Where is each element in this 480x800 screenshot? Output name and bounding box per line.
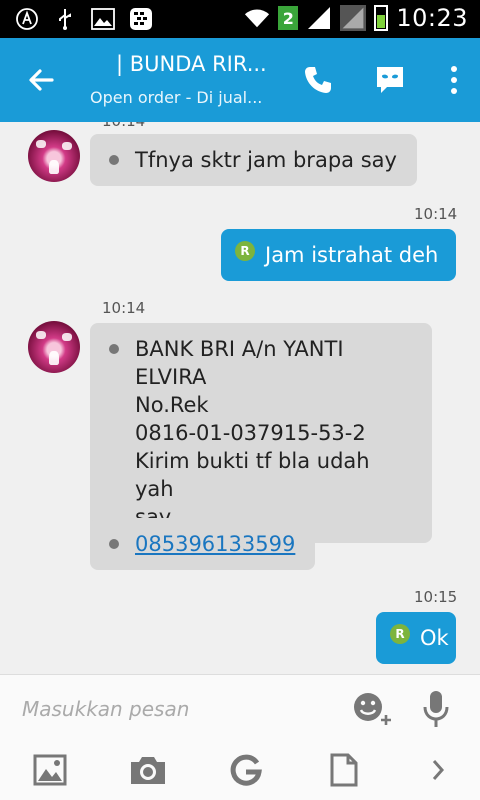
incoming-message-bubble[interactable]: Tfnya sktr jam brapa say [90, 134, 417, 186]
call-button[interactable] [298, 60, 338, 100]
google-button[interactable] [226, 750, 266, 790]
attachment-bar [0, 740, 480, 800]
bbm-icon [128, 6, 154, 32]
battery-icon [374, 5, 389, 31]
message-input[interactable] [22, 689, 322, 729]
overflow-menu-icon [451, 66, 457, 94]
outgoing-message-bubble[interactable]: R Ok [376, 612, 456, 664]
microphone-icon [423, 691, 449, 727]
incoming-message-bubble[interactable]: BANK BRI A/n YANTI ELVIRA No.Rek 0816-01… [90, 323, 432, 543]
message-line: 0816-01-037915-53-2 [135, 421, 366, 445]
message-line: ELVIRA [135, 365, 207, 389]
back-arrow-icon [29, 69, 54, 91]
message-time: 10:14 [102, 122, 145, 130]
message-time: 10:14 [414, 205, 458, 223]
usb-icon [52, 6, 78, 32]
read-receipt-badge: R [235, 241, 255, 261]
mask-icon [377, 67, 403, 93]
read-receipt-badge: R [390, 624, 410, 644]
image-icon [33, 754, 67, 786]
signal-2-icon [340, 5, 367, 31]
signal-icon [306, 5, 332, 31]
message-text: Tfnya sktr jam brapa say [135, 148, 397, 172]
status-dot [109, 344, 119, 354]
message-input-bar [0, 674, 480, 740]
status-dot [109, 155, 119, 165]
camera-icon [131, 757, 165, 784]
outgoing-message-bubble[interactable]: R Jam istrahat deh [221, 229, 456, 281]
emoji-button[interactable] [350, 689, 394, 729]
contact-avatar[interactable] [28, 321, 80, 373]
message-line: BANK BRI A/n YANTI [135, 337, 344, 361]
message-text: Jam istrahat deh [265, 243, 439, 267]
system-icons: 2 10:23 [244, 4, 468, 32]
chat-title[interactable]: | BUNDA RIR... [116, 52, 267, 76]
contact-avatar[interactable] [28, 130, 80, 182]
back-button[interactable] [22, 60, 62, 100]
mask-button[interactable] [370, 60, 410, 100]
voice-button[interactable] [420, 689, 452, 729]
chat-area[interactable]: 10:14 Tfnya sktr jam brapa say 10:14 R J… [0, 122, 480, 674]
more-attachments-button[interactable] [418, 750, 458, 790]
emoji-add-icon [354, 693, 391, 725]
attach-camera-button[interactable] [128, 750, 168, 790]
chat-subtitle[interactable]: Open order - Di jual... [90, 88, 262, 107]
overflow-menu-button[interactable] [434, 60, 474, 100]
status-dot [109, 539, 119, 549]
incoming-message-bubble[interactable]: 085396133599 [90, 518, 316, 570]
message-time: 10:15 [414, 588, 458, 606]
document-icon [330, 753, 358, 787]
message-time: 10:14 [102, 299, 146, 317]
attach-document-button[interactable] [324, 750, 364, 790]
gallery-notification-icon [90, 6, 116, 32]
app-bar: | BUNDA RIR... Open order - Di jual... [0, 38, 480, 122]
notification-icons [14, 6, 154, 32]
message-line: No.Rek [135, 393, 209, 417]
google-icon [230, 754, 262, 786]
status-time: 10:23 [396, 4, 468, 32]
phone-number-link[interactable]: 085396133599 [135, 532, 295, 556]
chevron-right-icon [432, 760, 445, 780]
sim-slot-badge: 2 [278, 6, 299, 30]
attach-image-button[interactable] [30, 750, 70, 790]
status-bar: 2 10:23 [0, 0, 480, 38]
phone-icon [305, 67, 331, 93]
app-notification-icon [14, 6, 40, 32]
message-text: Ok [420, 626, 449, 650]
wifi-icon [244, 5, 270, 31]
message-line: Kirim bukti tf bla udah yah [135, 449, 370, 501]
